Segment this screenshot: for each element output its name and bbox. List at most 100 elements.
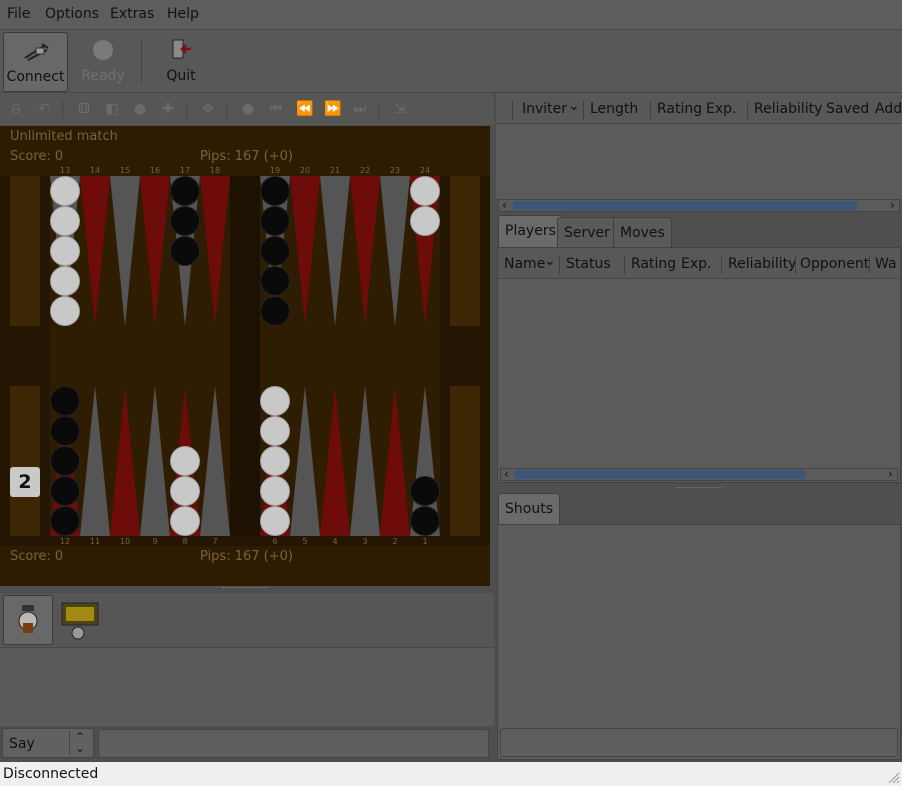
connect-label: Connect <box>6 69 65 85</box>
chat-mode-select[interactable]: Say ⌃ ⌄ <box>2 728 94 758</box>
col-rating[interactable]: Rating <box>631 256 676 272</box>
select-separator <box>69 731 70 755</box>
leave-icon[interactable]: ⇲ <box>392 101 408 117</box>
top-left-tray <box>10 176 40 326</box>
point-number: 15 <box>119 166 131 175</box>
match-label: Unlimited match <box>10 129 118 144</box>
undo-icon[interactable]: ↶ <box>36 101 52 117</box>
col-status[interactable]: Status <box>566 256 611 272</box>
point-number: 24 <box>419 166 431 175</box>
col-watching[interactable]: Wa <box>875 256 897 272</box>
main-toolbar: Connect Ready Quit <box>0 30 902 93</box>
tab-players[interactable]: Players <box>498 215 563 247</box>
player-avatar-button[interactable] <box>3 595 53 645</box>
col-add[interactable]: Add <box>875 101 902 117</box>
point-number: 2 <box>392 537 398 546</box>
center-bar <box>230 176 260 536</box>
accept-icon[interactable]: ● <box>132 101 148 117</box>
top-right-point-numbers: 19 20 21 22 23 24 <box>260 166 440 176</box>
invitations-header: Inviter ⌄ Length Rating Exp. Reliability… <box>496 93 902 124</box>
players-list[interactable] <box>498 279 900 465</box>
players-header: Name ⌄ Status Rating Exp. Reliability Op… <box>498 248 900 279</box>
scroll-left-icon[interactable]: ‹ <box>502 198 507 212</box>
ready-label: Ready <box>81 68 125 84</box>
point-number: 13 <box>59 166 71 175</box>
connect-button[interactable]: Connect <box>3 32 68 92</box>
bottom-pips: Pips: 167 (+0) <box>200 549 293 564</box>
point-number: 11 <box>89 537 101 546</box>
previous-move-icon[interactable]: ⏪ <box>296 101 313 117</box>
shouts-tabs: Shouts <box>496 493 902 525</box>
invitations-scroll-thumb[interactable] <box>513 201 857 210</box>
last-move-icon[interactable]: ⏭ <box>352 101 368 117</box>
separator <box>186 100 187 118</box>
separator <box>378 100 379 118</box>
resign-icon[interactable]: ⊖ <box>8 101 24 117</box>
scroll-right-icon[interactable]: › <box>888 467 893 481</box>
top-left-point-numbers: 13 14 15 16 17 18 <box>50 166 230 176</box>
tab-moves[interactable]: Moves <box>613 217 672 247</box>
invitations-list[interactable] <box>496 124 902 199</box>
invitations-scrollbar[interactable]: ‹ › <box>498 198 900 212</box>
tab-server[interactable]: Server <box>557 217 617 247</box>
shouts-log <box>498 525 900 725</box>
col-saved[interactable]: Saved <box>826 101 869 117</box>
point-number: 16 <box>149 166 161 175</box>
board-play-area[interactable] <box>0 176 490 546</box>
ready-button[interactable]: Ready <box>74 32 132 90</box>
players-scrollbar[interactable]: ‹ › <box>500 467 898 481</box>
toolbar-separator <box>141 40 142 84</box>
bottom-right-point-numbers: 6 5 4 3 2 1 <box>260 537 440 547</box>
pane-resize-handle[interactable] <box>222 587 268 591</box>
ready-icon <box>93 40 113 60</box>
next-move-icon[interactable]: ⏩ <box>324 101 341 117</box>
menu-options[interactable]: Options <box>45 6 99 22</box>
point-number: 1 <box>422 537 428 546</box>
point-number: 23 <box>389 166 401 175</box>
backgammon-board[interactable]: Unlimited match Score: 0 Pips: 167 (+0) … <box>0 126 490 586</box>
tab-shouts[interactable]: Shouts <box>498 493 560 525</box>
menu-file[interactable]: File <box>7 6 30 22</box>
first-move-icon[interactable]: ⏮ <box>268 101 284 117</box>
pane-resize-handle[interactable] <box>676 487 722 491</box>
col-opponent[interactable]: Opponent <box>800 256 869 272</box>
point-number: 7 <box>212 537 218 546</box>
col-rating[interactable]: Rating <box>657 101 702 117</box>
point-number: 22 <box>359 166 371 175</box>
point-number: 6 <box>272 537 278 546</box>
point-number: 19 <box>269 166 281 175</box>
menu-extras[interactable]: Extras <box>110 6 154 22</box>
chat-board-icon[interactable] <box>58 597 102 641</box>
col-exp[interactable]: Exp. <box>706 101 736 117</box>
bottom-left-tray <box>10 386 40 536</box>
point-number: 12 <box>59 537 71 546</box>
game-toolbar: ⊖ ↶ ⚅ ◧ ● ✚ ✥ ● ⏮ ⏪ ⏩ ⏭ ⇲ <box>0 93 494 125</box>
quit-label: Quit <box>166 68 196 84</box>
shouts-panel <box>497 524 901 760</box>
players-scroll-thumb[interactable] <box>515 470 805 479</box>
roll-dice-icon[interactable]: ⚅ <box>76 101 92 117</box>
player-avatar-icon <box>18 605 38 633</box>
col-inviter[interactable]: Inviter <box>522 101 567 117</box>
scroll-left-icon[interactable]: ‹ <box>504 467 509 481</box>
move-icon[interactable]: ✥ <box>200 101 216 117</box>
col-name[interactable]: Name <box>504 256 545 272</box>
col-reliability[interactable]: Reliability <box>754 101 822 117</box>
info-tabs: Players Server Moves <box>496 215 902 247</box>
chat-input[interactable] <box>98 729 489 758</box>
doubling-cube[interactable]: 2 <box>10 467 40 497</box>
quit-icon <box>172 39 191 59</box>
quit-button[interactable]: Quit <box>152 32 210 90</box>
scroll-right-icon[interactable]: › <box>890 198 895 212</box>
connect-icon <box>23 43 49 61</box>
point-number: 21 <box>329 166 341 175</box>
record-icon[interactable]: ● <box>240 101 256 117</box>
resize-grip-icon[interactable] <box>886 770 900 784</box>
shout-input[interactable] <box>500 728 898 757</box>
double-icon[interactable]: ◧ <box>104 101 120 117</box>
col-length[interactable]: Length <box>590 101 638 117</box>
col-reliability[interactable]: Reliability <box>728 256 796 272</box>
add-icon[interactable]: ✚ <box>160 101 176 117</box>
col-exp[interactable]: Exp. <box>681 256 711 272</box>
menu-help[interactable]: Help <box>167 6 199 22</box>
